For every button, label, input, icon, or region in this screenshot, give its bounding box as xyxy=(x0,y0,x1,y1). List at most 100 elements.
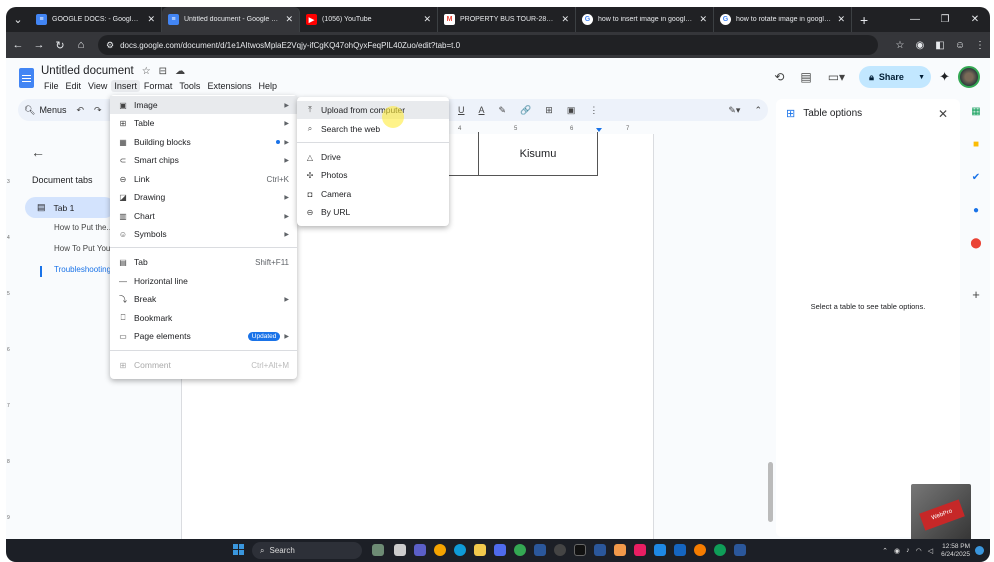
browser-tab[interactable]: M PROPERTY BUS TOUR-28TH JUNE ✕ xyxy=(438,7,576,32)
profile-icon[interactable]: ☺ xyxy=(950,40,970,51)
add-comment-icon[interactable]: ⊞ xyxy=(545,105,553,116)
tasks-icon[interactable]: ✔ xyxy=(970,172,982,184)
back-icon[interactable]: ← xyxy=(9,39,27,51)
docs-logo-icon[interactable] xyxy=(19,68,34,88)
redo-icon[interactable]: ↷ xyxy=(94,105,102,116)
notification-icon[interactable] xyxy=(975,546,984,555)
menu-item-image[interactable]: ▣ Image ▶ xyxy=(110,96,297,114)
undo-icon[interactable]: ↶ xyxy=(76,105,84,116)
menu-item-page-elements[interactable]: ▭ Page elements Updated ▶ xyxy=(110,327,297,345)
app-icon[interactable] xyxy=(654,544,666,556)
menu-item-bookmark[interactable]: ⎕ Bookmark xyxy=(110,309,297,327)
submenu-search-the-web[interactable]: ⌕ Search the web xyxy=(297,120,449,138)
mic-icon[interactable]: ♪ xyxy=(906,547,910,554)
insert-link-icon[interactable]: 🔗 xyxy=(520,105,531,116)
sheets-icon[interactable]: ▦ xyxy=(970,106,982,118)
browser-tab[interactable]: G how to insert image in google do... ✕ xyxy=(576,7,714,32)
chevron-up-icon[interactable]: ⌃ xyxy=(882,547,888,555)
chrome-icon[interactable] xyxy=(514,544,526,556)
star-icon[interactable]: ☆ xyxy=(142,66,151,77)
browser-tab-active[interactable]: ≡ Untitled document - Google Docs ✕ xyxy=(162,7,300,32)
close-icon[interactable]: ✕ xyxy=(837,14,845,25)
menu-view[interactable]: View xyxy=(85,80,110,92)
submenu-drive[interactable]: △ Drive xyxy=(297,148,449,166)
wifi-icon[interactable]: ◠ xyxy=(916,547,922,555)
close-icon[interactable]: ✕ xyxy=(285,14,293,25)
browser-tab[interactable]: ▶ (1056) YouTube ✕ xyxy=(300,7,438,32)
app-icon[interactable] xyxy=(614,544,626,556)
menu-insert[interactable]: Insert xyxy=(111,80,140,92)
app-icon[interactable] xyxy=(734,544,746,556)
back-arrow-icon[interactable]: ← xyxy=(31,144,45,160)
keep-icon[interactable]: ■ xyxy=(970,139,982,151)
meet-icon[interactable]: ▭▾ xyxy=(828,70,845,84)
app-icon[interactable] xyxy=(694,544,706,556)
app-icon[interactable] xyxy=(494,544,506,556)
version-history-icon[interactable]: ⟲ xyxy=(774,70,784,84)
extension-icon[interactable]: ◉ xyxy=(910,40,930,51)
close-window-icon[interactable]: ✕ xyxy=(960,14,990,25)
windows-start-icon[interactable] xyxy=(233,544,244,555)
text-color-icon[interactable]: A xyxy=(479,105,485,115)
table-cell[interactable]: Kisumu xyxy=(478,132,598,176)
menu-format[interactable]: Format xyxy=(141,80,176,92)
avatar[interactable] xyxy=(958,66,980,88)
bookmark-star-icon[interactable]: ☆ xyxy=(890,40,910,51)
menu-help[interactable]: Help xyxy=(255,80,280,92)
taskbar-search[interactable]: ⌕ Search xyxy=(252,542,362,559)
close-icon[interactable]: ✕ xyxy=(147,14,155,25)
underline-icon[interactable]: U xyxy=(458,105,465,115)
restore-icon[interactable]: ❐ xyxy=(930,14,960,25)
clock[interactable]: 12:58 PM 6/24/2025 xyxy=(941,543,970,559)
menu-item-link[interactable]: ⊖ Link Ctrl+K xyxy=(110,170,297,188)
scrollbar[interactable] xyxy=(768,462,773,522)
comments-icon[interactable]: ▤ xyxy=(800,70,811,84)
menu-item-break[interactable]: ⤵ Break ▶ xyxy=(110,290,297,308)
app-icon[interactable] xyxy=(574,544,586,556)
menu-item-tab[interactable]: ▤ Tab Shift+F11 xyxy=(110,253,297,271)
highlight-icon[interactable]: ✎ xyxy=(499,105,507,116)
submenu-photos[interactable]: ✣ Photos xyxy=(297,166,449,184)
contacts-icon[interactable]: ● xyxy=(970,205,982,217)
app-icon[interactable] xyxy=(594,544,606,556)
app-icon[interactable] xyxy=(434,544,446,556)
table-cell[interactable] xyxy=(448,132,478,176)
submenu-camera[interactable]: ◘ Camera xyxy=(297,185,449,203)
document-title[interactable]: Untitled document xyxy=(41,65,134,77)
collapse-toolbar-icon[interactable]: ⌃ xyxy=(754,105,762,116)
chevron-down-icon[interactable]: ▼ xyxy=(918,74,925,81)
app-icon[interactable] xyxy=(534,544,546,556)
app-icon[interactable] xyxy=(674,544,686,556)
new-tab-icon[interactable]: + xyxy=(852,12,876,28)
close-icon[interactable]: ✕ xyxy=(561,14,569,25)
outline-heading[interactable]: How to Put the... xyxy=(54,223,114,232)
menu-item-drawing[interactable]: ◪ Drawing ▶ xyxy=(110,188,297,206)
tab-search-icon[interactable]: ⌄ xyxy=(6,7,30,32)
reload-icon[interactable]: ↻ xyxy=(51,39,69,52)
menus-search[interactable]: 🔍︎ Menus xyxy=(24,105,66,116)
table[interactable]: Kisumu xyxy=(448,132,598,176)
file-explorer-icon[interactable] xyxy=(474,544,486,556)
app-icon[interactable] xyxy=(554,544,566,556)
app-icon[interactable] xyxy=(394,544,406,556)
menu-item-horizontal-line[interactable]: — Horizontal line xyxy=(110,272,297,290)
menu-tools[interactable]: Tools xyxy=(176,80,203,92)
menu-item-smart-chips[interactable]: ⊂ Smart chips ▶ xyxy=(110,151,297,169)
menu-edit[interactable]: Edit xyxy=(63,80,85,92)
menu-extensions[interactable]: Extensions xyxy=(204,80,254,92)
editing-mode-icon[interactable]: ✎▾ xyxy=(728,105,740,116)
more-icon[interactable]: ⋮ xyxy=(970,40,990,51)
menu-item-table[interactable]: ⊞ Table ▶ xyxy=(110,114,297,132)
minimize-icon[interactable]: — xyxy=(900,14,930,25)
close-icon[interactable]: ✕ xyxy=(423,14,431,25)
gemini-icon[interactable]: ✦ xyxy=(939,69,950,85)
menu-item-symbols[interactable]: ☺ Symbols ▶ xyxy=(110,225,297,243)
insert-image-icon[interactable]: ▣ xyxy=(567,105,576,116)
url-input[interactable]: ⚙ docs.google.com/document/d/1e1AItwosMp… xyxy=(98,35,878,55)
menu-file[interactable]: File xyxy=(41,80,62,92)
whatsapp-icon[interactable] xyxy=(714,544,726,556)
volume-icon[interactable]: ◁ xyxy=(928,547,933,555)
doc-tab-1[interactable]: ▤ Tab 1 xyxy=(25,197,115,218)
forward-icon[interactable]: → xyxy=(30,39,48,51)
close-icon[interactable]: ✕ xyxy=(699,14,707,25)
